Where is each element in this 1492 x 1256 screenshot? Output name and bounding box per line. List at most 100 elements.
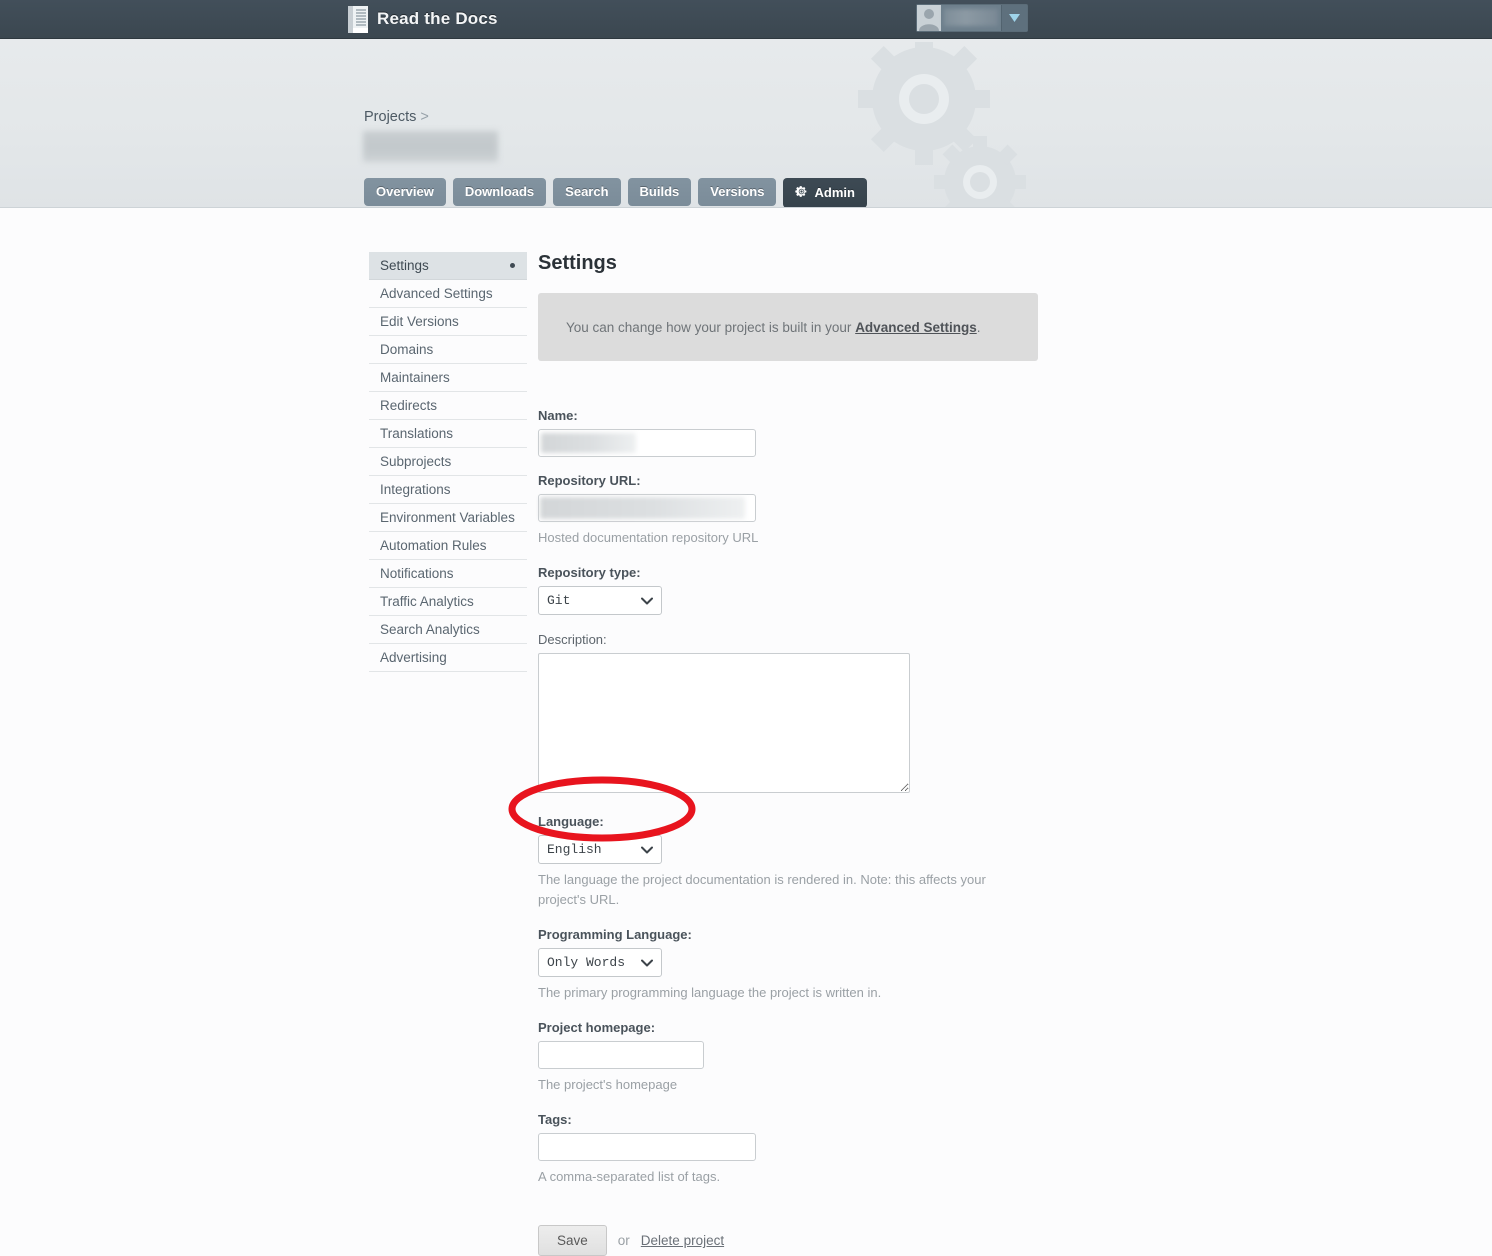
- advanced-settings-notice: You can change how your project is built…: [538, 293, 1038, 361]
- description-textarea[interactable]: [538, 653, 910, 793]
- sidebar-item-environment-variables[interactable]: Environment Variables: [369, 504, 527, 532]
- sidebar-item-notifications[interactable]: Notifications: [369, 560, 527, 588]
- brand-home-link[interactable]: Read the Docs: [348, 3, 498, 35]
- sidebar-item-advertising[interactable]: Advertising: [369, 644, 527, 672]
- repository-type-select-wrap: Git: [538, 586, 662, 615]
- programming-language-help: The primary programming language the pro…: [538, 985, 882, 1000]
- sidebar-item-redirects[interactable]: Redirects: [369, 392, 527, 420]
- sidebar-item-label: Advertising: [380, 650, 447, 665]
- tab-search-label: Search: [565, 184, 609, 199]
- sidebar-item-automation-rules[interactable]: Automation Rules: [369, 532, 527, 560]
- repository-url-input-wrap: [538, 494, 756, 522]
- repository-url-label: Repository URL:: [538, 473, 641, 488]
- advanced-settings-link[interactable]: Advanced Settings: [855, 320, 977, 335]
- sidebar-item-subprojects[interactable]: Subprojects: [369, 448, 527, 476]
- tab-builds-label: Builds: [639, 184, 680, 199]
- tab-overview[interactable]: Overview: [364, 178, 446, 206]
- project-name-redacted: [363, 131, 498, 162]
- name-input[interactable]: [538, 429, 756, 457]
- language-select-wrap: English: [538, 835, 662, 864]
- notice-text-after: .: [976, 319, 981, 335]
- programming-language-select-wrap: Only Words: [538, 948, 662, 977]
- tab-search[interactable]: Search: [553, 178, 621, 206]
- tags-label: Tags:: [538, 1112, 572, 1127]
- sidebar-item-label: Settings: [380, 258, 429, 273]
- sidebar-item-label: Automation Rules: [380, 538, 487, 553]
- book-icon: [348, 5, 368, 33]
- admin-sidebar: Settings Advanced Settings Edit Versions…: [369, 252, 527, 672]
- sidebar-item-advanced-settings[interactable]: Advanced Settings: [369, 280, 527, 308]
- language-help: The language the project documentation i…: [538, 872, 986, 907]
- project-homepage-label: Project homepage:: [538, 1020, 656, 1035]
- sidebar-item-maintainers[interactable]: Maintainers: [369, 364, 527, 392]
- description-label: Description:: [538, 632, 607, 647]
- project-homepage-help: The project's homepage: [538, 1077, 678, 1092]
- name-input-wrap: [538, 429, 756, 457]
- tab-admin-label: Admin: [814, 185, 855, 200]
- repository-url-help: Hosted documentation repository URL: [538, 530, 759, 545]
- repository-url-input[interactable]: [538, 494, 756, 522]
- tab-downloads[interactable]: Downloads: [452, 178, 547, 206]
- settings-panel: Settings You can change how your project…: [538, 252, 1058, 1256]
- sidebar-item-traffic-analytics[interactable]: Traffic Analytics: [369, 588, 527, 616]
- project-tab-bar: Overview Downloads Search Builds Version…: [364, 178, 867, 207]
- sidebar-item-label: Environment Variables: [380, 510, 515, 525]
- sidebar-item-label: Subprojects: [380, 454, 452, 469]
- name-label: Name:: [538, 408, 578, 423]
- or-label: or: [617, 1233, 630, 1248]
- notice-text: You can change how your project is built…: [566, 320, 980, 335]
- sidebar-item-label: Traffic Analytics: [380, 594, 474, 609]
- form-actions: Save or Delete project: [538, 1225, 1058, 1256]
- field-repository-url: Repository URL: Hosted documentation rep…: [538, 473, 1058, 548]
- sidebar-item-integrations[interactable]: Integrations: [369, 476, 527, 504]
- user-avatar-icon: [917, 5, 941, 31]
- language-select[interactable]: English: [538, 835, 662, 864]
- breadcrumb: Projects >: [364, 109, 429, 125]
- sidebar-item-label: Search Analytics: [380, 622, 480, 637]
- sidebar-item-label: Maintainers: [380, 370, 450, 385]
- top-navigation-bar: Read the Docs: [0, 0, 1492, 39]
- save-button[interactable]: Save: [538, 1225, 607, 1256]
- tab-builds[interactable]: Builds: [627, 178, 692, 206]
- sidebar-item-domains[interactable]: Domains: [369, 336, 527, 364]
- sidebar-item-label: Edit Versions: [380, 314, 459, 329]
- sidebar-item-label: Domains: [380, 342, 434, 357]
- brand-title: Read the Docs: [377, 9, 498, 28]
- gear-icon: [795, 185, 808, 200]
- tab-downloads-label: Downloads: [464, 184, 535, 199]
- page-title: Settings: [538, 252, 617, 274]
- breadcrumb-projects-link[interactable]: Projects: [364, 109, 416, 125]
- sidebar-item-label: Advanced Settings: [380, 286, 493, 301]
- sidebar-item-label: Integrations: [380, 482, 451, 497]
- repository-type-label: Repository type:: [538, 565, 641, 580]
- tab-versions-label: Versions: [710, 184, 765, 199]
- tags-input[interactable]: [538, 1133, 756, 1161]
- tab-versions[interactable]: Versions: [698, 178, 777, 206]
- user-menu[interactable]: [916, 4, 1028, 32]
- tab-admin[interactable]: Admin: [783, 178, 867, 207]
- language-label: Language:: [538, 814, 604, 829]
- project-homepage-input[interactable]: [538, 1041, 704, 1069]
- field-repository-type: Repository type: Git: [538, 565, 1058, 615]
- chevron-down-icon[interactable]: [1001, 5, 1027, 31]
- delete-project-link[interactable]: Delete project: [641, 1233, 724, 1248]
- field-project-homepage: Project homepage: The project's homepage: [538, 1020, 1058, 1095]
- user-name-redacted: [944, 9, 998, 26]
- tab-overview-label: Overview: [376, 184, 434, 199]
- field-tags: Tags: A comma-separated list of tags.: [538, 1112, 1058, 1187]
- notice-text-before: You can change how your project is built…: [566, 319, 856, 335]
- sidebar-item-settings[interactable]: Settings: [369, 252, 527, 280]
- programming-language-label: Programming Language:: [538, 927, 692, 942]
- sidebar-item-translations[interactable]: Translations: [369, 420, 527, 448]
- programming-language-select[interactable]: Only Words: [538, 948, 662, 977]
- sidebar-item-label: Translations: [380, 426, 454, 441]
- field-language: Language: English The language the proje…: [538, 814, 1058, 910]
- tags-help: A comma-separated list of tags.: [538, 1169, 721, 1184]
- field-description: Description:: [538, 632, 1058, 793]
- sidebar-item-search-analytics[interactable]: Search Analytics: [369, 616, 527, 644]
- gears-decoration-icon: [852, 39, 1052, 207]
- field-programming-language: Programming Language: Only Words The pri…: [538, 927, 1058, 1003]
- sidebar-item-edit-versions[interactable]: Edit Versions: [369, 308, 527, 336]
- project-header-band: Projects > Overview Downloads Search Bui…: [0, 39, 1492, 208]
- repository-type-select[interactable]: Git: [538, 586, 662, 615]
